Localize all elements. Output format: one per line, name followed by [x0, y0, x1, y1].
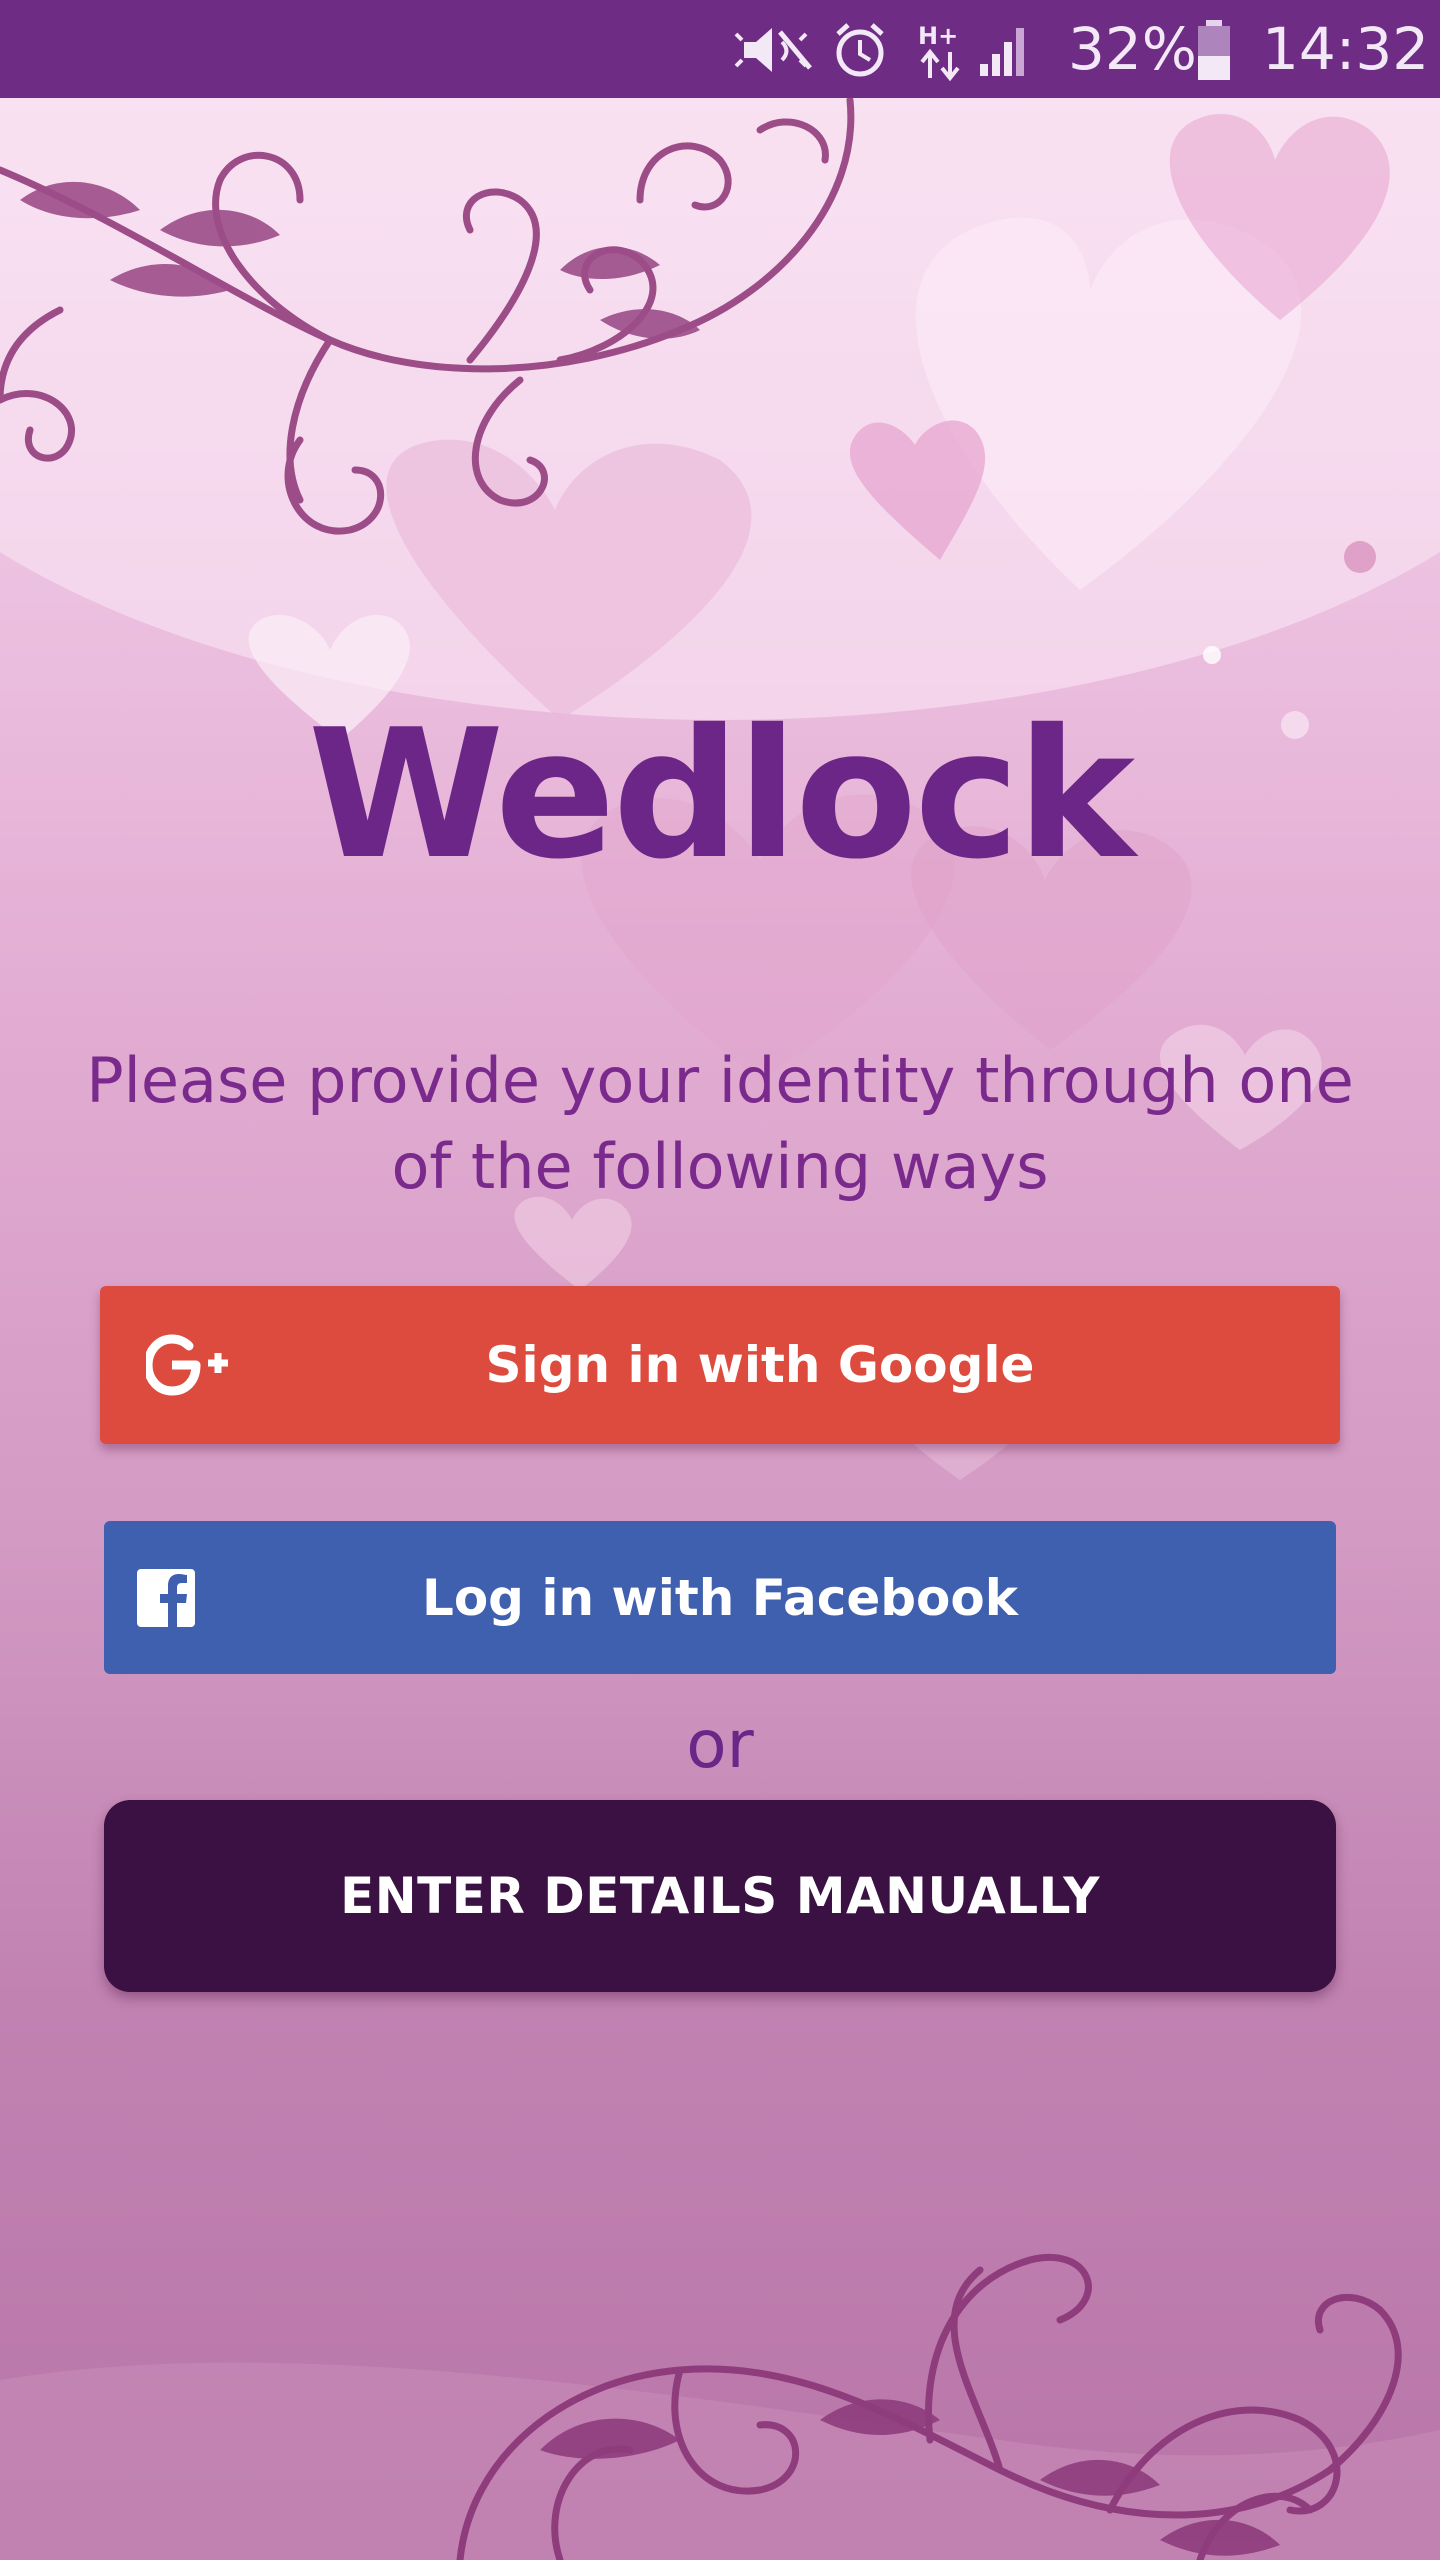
google-plus-icon: [134, 1286, 254, 1444]
or-separator: or: [686, 1706, 754, 1783]
login-screen: H+ 32% 14:32 Wedlock Please provide your…: [0, 0, 1440, 2560]
app-title: Wedlock: [307, 691, 1135, 898]
facebook-button-label: Log in with Facebook: [421, 1568, 1019, 1627]
mute-icon: [734, 28, 812, 72]
manual-button-label: ENTER DETAILS MANUALLY: [340, 1867, 1100, 1925]
enter-details-manually-button[interactable]: ENTER DETAILS MANUALLY: [104, 1800, 1336, 1992]
status-bar: H+ 32% 14:32: [0, 0, 1440, 98]
clock: 14:32: [1262, 15, 1430, 83]
svg-text:H+: H+: [918, 22, 958, 50]
facebook-icon: [136, 1521, 196, 1674]
facebook-login-button[interactable]: Log in with Facebook: [104, 1521, 1336, 1674]
hplus-network-icon: H+: [918, 22, 960, 82]
signal-icon: [980, 28, 1024, 76]
battery-icon: [1198, 20, 1230, 80]
identity-instructions: Please provide your identity through one…: [86, 1044, 1354, 1203]
battery-percentage: 32%: [1068, 15, 1197, 83]
google-button-label: Sign in with Google: [485, 1336, 1035, 1394]
alarm-icon: [836, 23, 884, 77]
google-sign-in-button[interactable]: Sign in with Google: [100, 1286, 1340, 1444]
